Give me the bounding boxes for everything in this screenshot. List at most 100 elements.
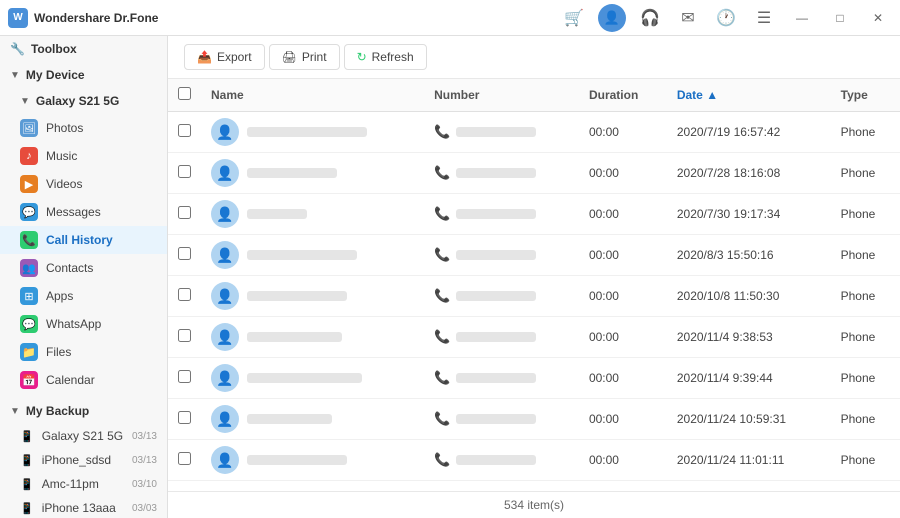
contact-avatar: 👤 [211,118,239,146]
sidebar-backup-iphone13[interactable]: 📱 iPhone 13aaa 03/03 [0,496,167,518]
col-date[interactable]: Date ▲ [667,79,831,112]
row-checkbox-cell[interactable] [168,112,201,153]
sidebar-galaxy[interactable]: ▼ Galaxy S21 5G [0,88,167,114]
sidebar-item-apps[interactable]: ⊞ Apps [0,282,167,310]
row-checkbox-cell[interactable] [168,153,201,194]
sidebar-item-files[interactable]: 📁 Files [0,338,167,366]
row-checkbox[interactable] [178,329,191,342]
sidebar-backup-iphone-sdsd[interactable]: 📱 iPhone_sdsd 03/13 [0,448,167,472]
row-checkbox[interactable] [178,247,191,260]
row-checkbox-cell[interactable] [168,358,201,399]
date-cell: 2020/10/8 11:50:30 [667,276,831,317]
name-cell: 👤 [201,399,424,440]
call-history-table-wrapper: Name Number Duration Date ▲ Type 👤 [168,79,900,491]
row-checkbox-cell[interactable] [168,317,201,358]
sidebar: 🔧 Toolbox ▼ My Device ▼ Galaxy S21 5G 🖼 … [0,36,168,518]
name-cell: 👤 [201,358,424,399]
table-row: 👤 📞 00:00 2020/7/19 16:57:42 Phone [168,112,900,153]
row-checkbox-cell[interactable] [168,399,201,440]
sidebar-item-music[interactable]: ♪ Music [0,142,167,170]
export-button[interactable]: 📤 Export [184,44,265,70]
headset-icon[interactable]: 🎧 [636,4,664,32]
sidebar-item-videos[interactable]: ▶ Videos [0,170,167,198]
phone-number-blurred [456,250,536,260]
contact-avatar: 👤 [211,241,239,269]
sidebar-backup-13-label: iPhone 13aaa [42,501,116,515]
toolbox-label: Toolbox [31,42,77,56]
select-all-checkbox[interactable] [178,87,191,100]
sidebar-item-calendar[interactable]: 📅 Calendar [0,366,167,394]
mail-icon[interactable]: ✉ [674,4,702,32]
date-cell: 2020/8/3 15:50:16 [667,235,831,276]
sidebar-my-backup[interactable]: ▼ My Backup [0,398,167,424]
sidebar-my-device[interactable]: ▼ My Device [0,62,167,88]
type-cell: Phone [831,358,900,399]
phone-number-blurred [456,127,536,137]
col-name[interactable]: Name [201,79,424,112]
refresh-button[interactable]: ↻ Refresh [344,44,427,70]
backup-galaxy-badge: 03/13 [132,431,157,442]
sidebar-backup-galaxy[interactable]: 📱 Galaxy S21 5G 03/13 [0,424,167,448]
table-row: 👤 📞 00:00 2020/11/24 11:01:11 Phone [168,440,900,481]
select-all-header[interactable] [168,79,201,112]
name-cell: 👤 [201,153,424,194]
row-checkbox-cell[interactable] [168,440,201,481]
row-checkbox[interactable] [178,165,191,178]
col-duration[interactable]: Duration [579,79,667,112]
row-checkbox-cell[interactable] [168,194,201,235]
row-checkbox[interactable] [178,370,191,383]
close-button[interactable]: ✕ [864,4,892,32]
sidebar-backup-sdsd-label: iPhone_sdsd [42,453,111,467]
content-area: 📤 Export 🖨 Print ↻ Refresh Name Number [168,36,900,518]
phone-number-blurred [456,455,536,465]
videos-icon: ▶ [20,175,38,193]
call-type-icon: 📞 [434,124,450,140]
minimize-button[interactable]: — [788,4,816,32]
duration-cell: 00:00 [579,399,667,440]
call-type-icon: 📞 [434,206,450,222]
sidebar-backup-amc[interactable]: 📱 Amc-11pm 03/10 [0,472,167,496]
sidebar-toolbox[interactable]: 🔧 Toolbox [0,36,167,62]
name-cell: 👤 [201,112,424,153]
my-device-label: My Device [26,68,85,82]
history-icon[interactable]: 🕐 [712,4,740,32]
phone-number-blurred [456,291,536,301]
toolbox-icon: 🔧 [10,42,25,56]
row-checkbox[interactable] [178,206,191,219]
call-type-icon: 📞 [434,411,450,427]
row-checkbox-cell[interactable] [168,276,201,317]
sidebar-item-callhistory[interactable]: 📞 Call History [0,226,167,254]
phone-number-blurred [456,332,536,342]
sidebar-item-contacts[interactable]: 👥 Contacts [0,254,167,282]
sidebar-item-photos[interactable]: 🖼 Photos [0,114,167,142]
print-button[interactable]: 🖨 Print [269,44,340,70]
row-checkbox[interactable] [178,124,191,137]
row-checkbox[interactable] [178,288,191,301]
col-type[interactable]: Type [831,79,900,112]
type-cell: Phone [831,235,900,276]
call-type-icon: 📞 [434,165,450,181]
number-cell: 📞 [424,112,579,153]
export-label: Export [217,50,252,64]
type-cell: Phone [831,317,900,358]
contact-avatar: 👤 [211,405,239,433]
row-checkbox-cell[interactable] [168,235,201,276]
col-number[interactable]: Number [424,79,579,112]
name-cell: 👤 [201,317,424,358]
sidebar-messages-label: Messages [46,205,101,219]
contact-avatar: 👤 [211,364,239,392]
menu-icon[interactable]: ☰ [750,4,778,32]
maximize-button[interactable]: □ [826,4,854,32]
sidebar-item-whatsapp[interactable]: 💬 WhatsApp [0,310,167,338]
date-cell: 2020/7/19 16:57:42 [667,112,831,153]
sidebar-item-messages[interactable]: 💬 Messages [0,198,167,226]
number-cell: 📞 [424,235,579,276]
row-checkbox[interactable] [178,411,191,424]
duration-cell: 00:00 [579,194,667,235]
user-icon[interactable]: 👤 [598,4,626,32]
callhistory-icon: 📞 [20,231,38,249]
sidebar-music-label: Music [46,149,77,163]
row-checkbox[interactable] [178,452,191,465]
cart-icon[interactable]: 🛒 [560,4,588,32]
chevron-down-icon-backup: ▼ [10,406,20,417]
